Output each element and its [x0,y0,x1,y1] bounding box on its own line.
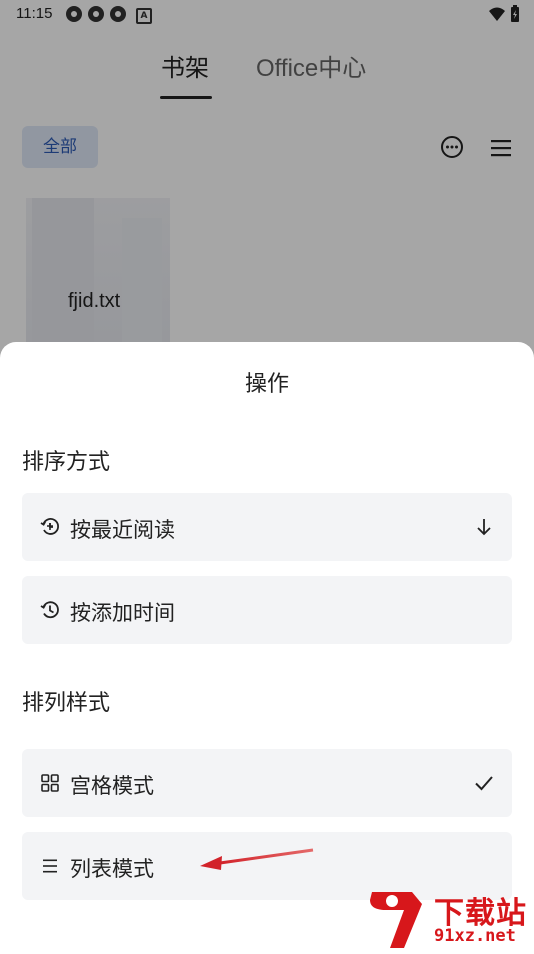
watermark-logo-icon [370,892,422,948]
sort-by-recent-read-option[interactable]: 按最近阅读 [22,493,512,561]
grid-mode-option[interactable]: 宫格模式 [22,749,512,817]
app-screen: 11:15 A 书架 Office中心 全部 fjid.txt 操作 排序方式 … [0,0,534,950]
arrow-down-icon [477,519,491,536]
list-icon [43,859,57,873]
actions-bottom-sheet: 操作 排序方式 按最近阅读 按添加时间 排列样式 宫格模式 列表模式 [0,342,534,950]
sort-by-recent-read-label: 按最近阅读 [70,518,175,542]
watermark-logo: 下载站 91xz.net [364,888,534,950]
grid-icon [41,774,59,792]
clock-icon [40,601,59,619]
sort-section-label: 排序方式 [22,450,111,475]
layout-style-section-label: 排列样式 [22,691,111,716]
list-mode-label: 列表模式 [70,857,154,881]
annotation-arrow [200,848,314,870]
check-icon [475,776,493,791]
recent-read-icon [40,518,59,535]
sheet-title: 操作 [244,372,289,397]
grid-mode-label: 宫格模式 [70,774,154,798]
watermark-url: 91xz.net [434,926,516,946]
sort-by-added-time-label: 按添加时间 [70,601,175,625]
sort-by-added-time-option[interactable]: 按添加时间 [22,576,512,644]
